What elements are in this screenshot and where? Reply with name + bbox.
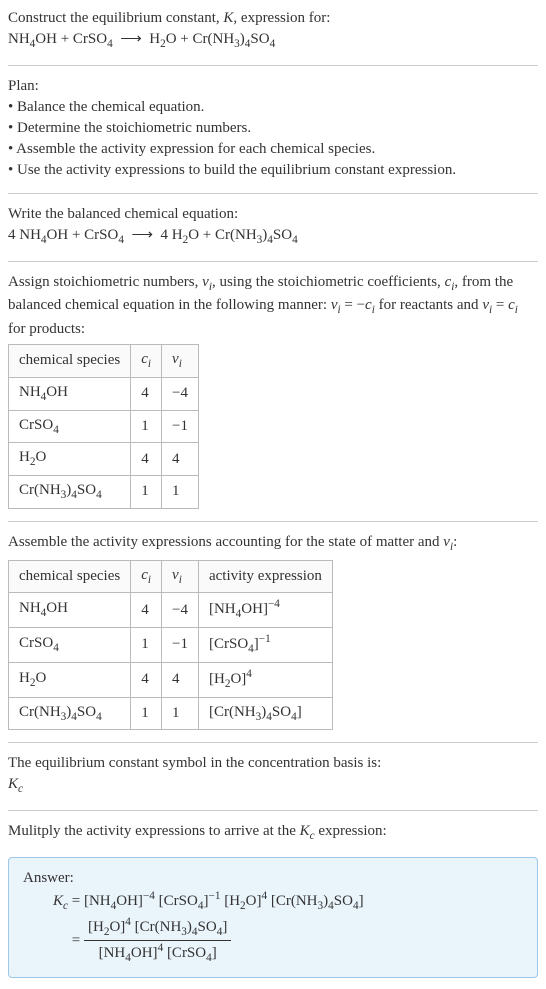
cell: −4	[162, 377, 199, 410]
col-ci: ci	[131, 560, 162, 593]
divider	[8, 521, 538, 522]
cell: 1	[131, 628, 162, 663]
stoich-table: chemical species ci νi NH4OH 4 −4 CrSO4 …	[8, 344, 199, 509]
symbol-section: The equilibrium constant symbol in the c…	[8, 753, 538, 798]
cell: 1	[162, 697, 199, 730]
col-ci: ci	[131, 345, 162, 378]
activity-table: chemical species ci νi activity expressi…	[8, 560, 333, 731]
plan-section: Plan: • Balance the chemical equation. •…	[8, 76, 538, 181]
divider	[8, 65, 538, 66]
cell: 4	[162, 443, 199, 476]
cell: −1	[162, 628, 199, 663]
plan-item: • Determine the stoichiometric numbers.	[8, 118, 538, 139]
answer-label: Answer:	[23, 868, 523, 889]
cell: Cr(NH3)4SO4	[9, 697, 131, 730]
balanced-equation: 4 NH4OH + CrSO4 ⟶ 4 H2O + Cr(NH3)4SO4	[8, 227, 298, 243]
activity-title: Assemble the activity expressions accoun…	[8, 532, 538, 556]
divider	[8, 193, 538, 194]
table-row: CrSO4 1 −1	[9, 410, 199, 443]
balanced-title: Write the balanced chemical equation:	[8, 204, 538, 225]
cell: [CrSO4]−1	[198, 628, 332, 663]
table-row: chemical species ci νi	[9, 345, 199, 378]
divider	[8, 261, 538, 262]
cell: 1	[131, 476, 162, 509]
col-species: chemical species	[9, 345, 131, 378]
prompt-line1: Construct the equilibrium constant, K, e…	[8, 10, 330, 26]
cell: 4	[131, 593, 162, 628]
symbol-line1: The equilibrium constant symbol in the c…	[8, 753, 538, 774]
cell: 4	[131, 662, 162, 697]
table-row: NH4OH 4 −4	[9, 377, 199, 410]
cell: H2O	[9, 662, 131, 697]
cell: 1	[162, 476, 199, 509]
multiply-title: Mulitply the activity expressions to arr…	[8, 823, 387, 839]
plan-item: • Use the activity expressions to build …	[8, 160, 538, 181]
balanced-section: Write the balanced chemical equation: 4 …	[8, 204, 538, 249]
divider	[8, 742, 538, 743]
table-row: chemical species ci νi activity expressi…	[9, 560, 333, 593]
cell: 1	[131, 697, 162, 730]
table-row: Cr(NH3)4SO4 1 1 [Cr(NH3)4SO4]	[9, 697, 333, 730]
col-species: chemical species	[9, 560, 131, 593]
stoich-section: Assign stoichiometric numbers, νi, using…	[8, 272, 538, 509]
cell: [Cr(NH3)4SO4]	[198, 697, 332, 730]
col-activity: activity expression	[198, 560, 332, 593]
plan-item: • Assemble the activity expression for e…	[8, 139, 538, 160]
cell: CrSO4	[9, 410, 131, 443]
stoich-text: Assign stoichiometric numbers, νi, using…	[8, 272, 538, 341]
divider	[8, 810, 538, 811]
cell: H2O	[9, 443, 131, 476]
plan-title: Plan:	[8, 76, 538, 97]
symbol-kc: Kc	[8, 774, 538, 798]
table-row: H2O 4 4	[9, 443, 199, 476]
cell: 4	[131, 377, 162, 410]
multiply-section: Mulitply the activity expressions to arr…	[8, 821, 538, 845]
cell: CrSO4	[9, 628, 131, 663]
cell: 4	[131, 443, 162, 476]
prompt-header: Construct the equilibrium constant, K, e…	[8, 8, 538, 53]
table-row: CrSO4 1 −1 [CrSO4]−1	[9, 628, 333, 663]
table-row: Cr(NH3)4SO4 1 1	[9, 476, 199, 509]
cell: −1	[162, 410, 199, 443]
cell: 4	[162, 662, 199, 697]
cell: NH4OH	[9, 377, 131, 410]
table-row: H2O 4 4 [H2O]4	[9, 662, 333, 697]
col-nui: νi	[162, 560, 199, 593]
cell: 1	[131, 410, 162, 443]
cell: [NH4OH]−4	[198, 593, 332, 628]
cell: Cr(NH3)4SO4	[9, 476, 131, 509]
cell: [H2O]4	[198, 662, 332, 697]
table-row: NH4OH 4 −4 [NH4OH]−4	[9, 593, 333, 628]
activity-section: Assemble the activity expressions accoun…	[8, 532, 538, 731]
plan-item: • Balance the chemical equation.	[8, 97, 538, 118]
answer-equation: Kc = [NH4OH]−4 [CrSO4]−1 [H2O]4 [Cr(NH3)…	[53, 889, 523, 967]
cell: NH4OH	[9, 593, 131, 628]
prompt-equation: NH4OH + CrSO4 ⟶ H2O + Cr(NH3)4SO4	[8, 31, 275, 47]
col-nui: νi	[162, 345, 199, 378]
cell: −4	[162, 593, 199, 628]
answer-box: Answer: Kc = [NH4OH]−4 [CrSO4]−1 [H2O]4 …	[8, 857, 538, 978]
